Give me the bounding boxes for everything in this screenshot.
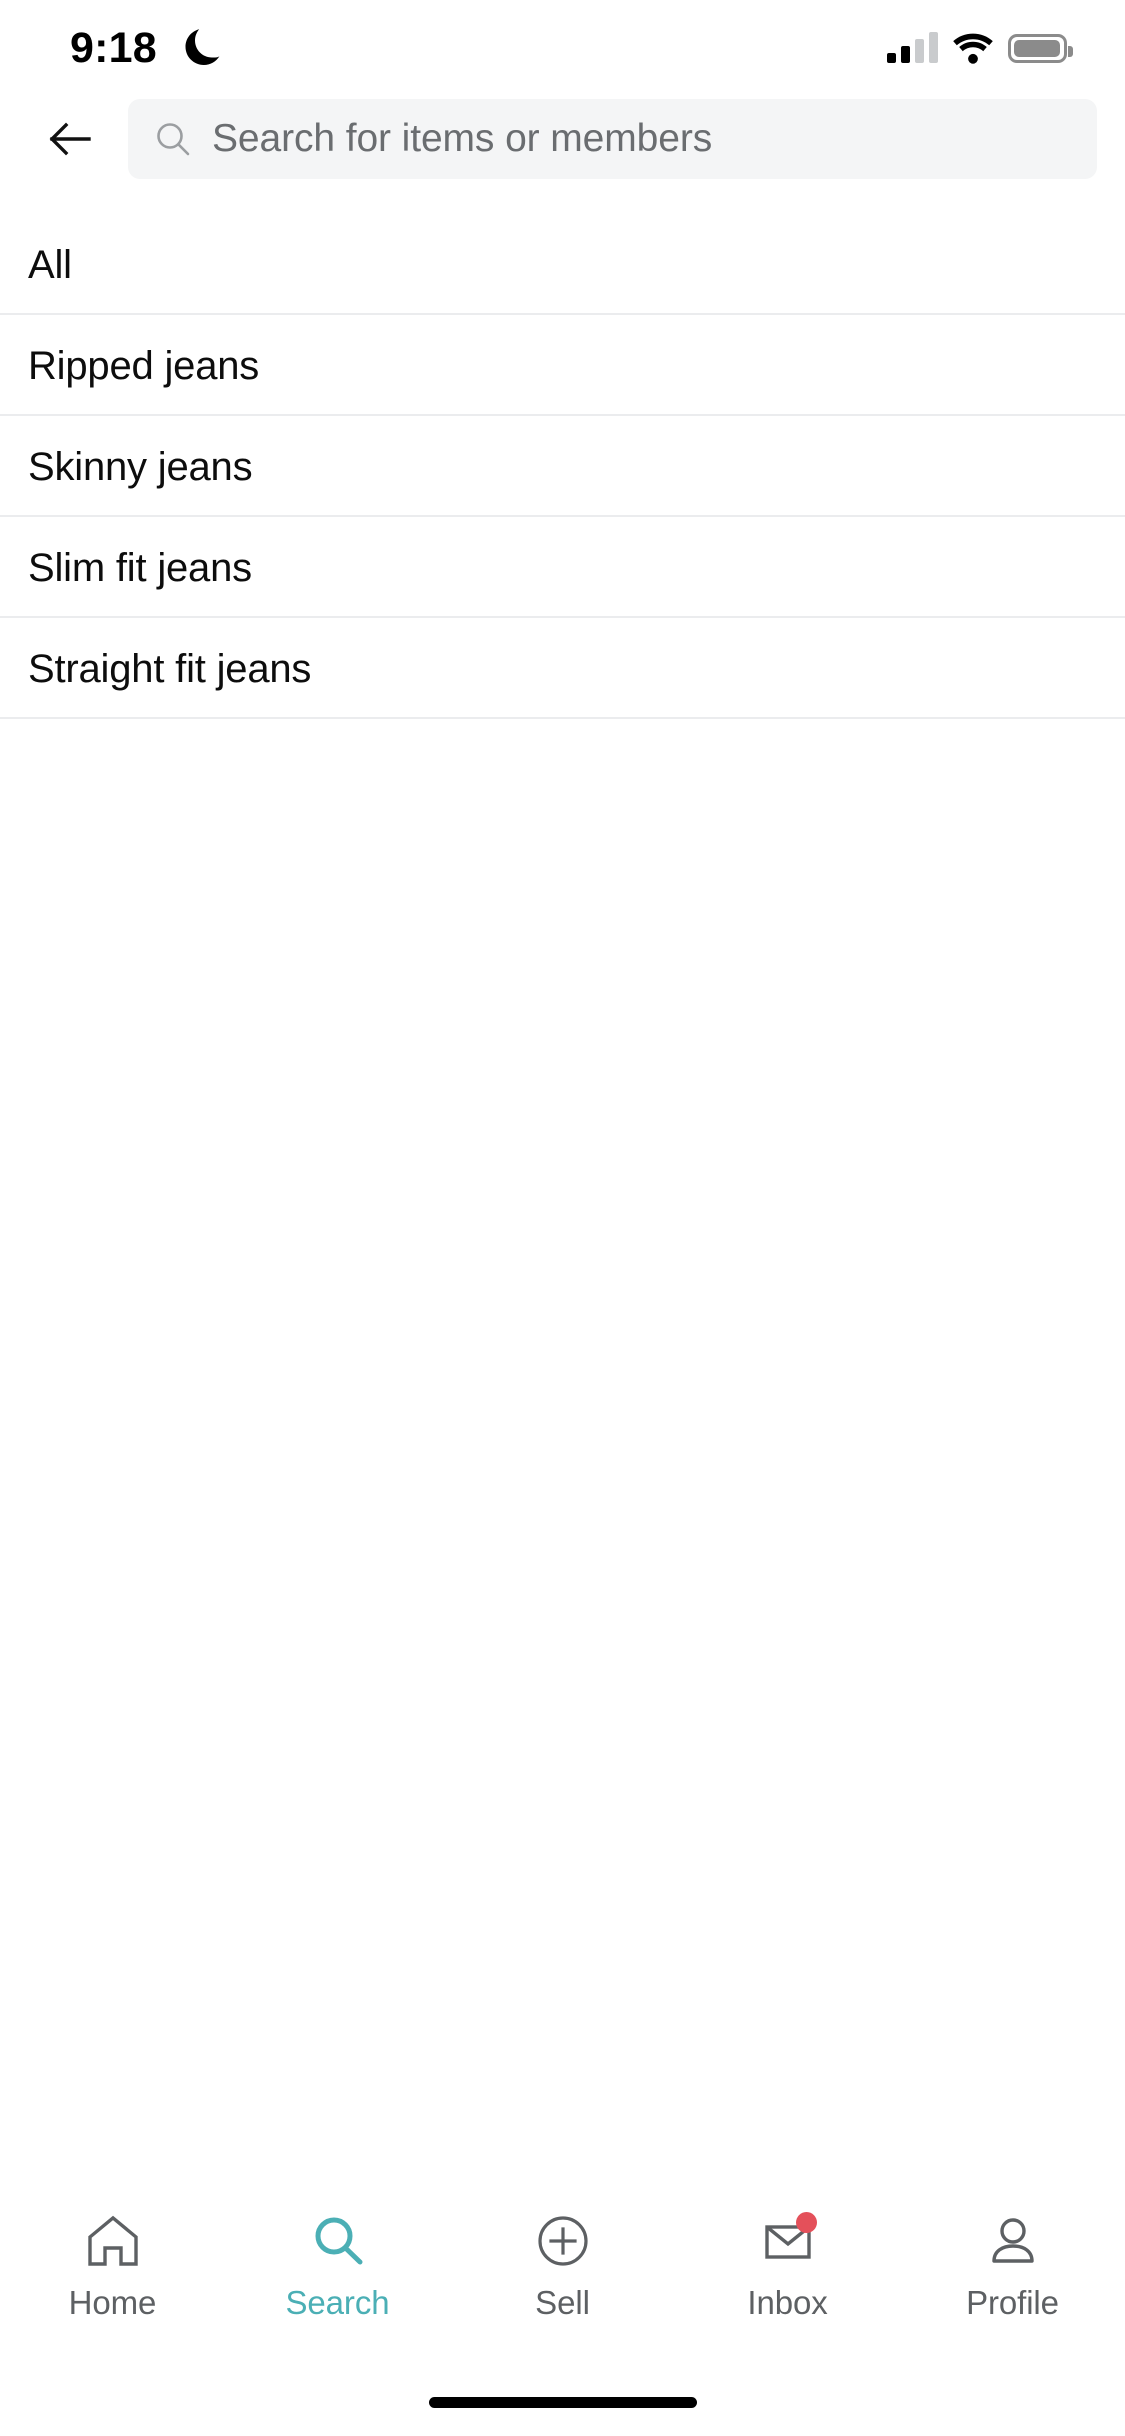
wifi-icon <box>952 33 994 64</box>
tab-home[interactable]: Home <box>0 2210 225 2322</box>
bottom-tab-bar: Home Search Sell Inbox Profile <box>0 2182 1125 2368</box>
search-icon <box>154 120 192 158</box>
arrow-left-icon <box>45 114 95 164</box>
search-suggestions-list: All Ripped jeans Skinny jeans Slim fit j… <box>0 184 1125 2182</box>
suggestion-label: Slim fit jeans <box>28 545 252 590</box>
inbox-notification-badge <box>795 2212 817 2233</box>
suggestion-label: Straight fit jeans <box>28 646 312 691</box>
battery-icon <box>1008 33 1073 63</box>
envelope-icon <box>757 2210 819 2272</box>
crescent-moon-icon <box>182 26 222 70</box>
suggestion-row-slim-fit-jeans[interactable]: Slim fit jeans <box>0 517 1125 618</box>
tab-label: Home <box>68 2284 157 2321</box>
tab-sell[interactable]: Sell <box>450 2210 675 2322</box>
home-indicator[interactable] <box>428 2396 697 2408</box>
tab-inbox[interactable]: Inbox <box>675 2210 900 2322</box>
status-icons <box>887 28 1073 68</box>
home-indicator-area <box>0 2368 1125 2436</box>
tab-label: Inbox <box>747 2284 828 2321</box>
tab-search[interactable]: Search <box>225 2210 450 2322</box>
search-header: Search for items or members <box>0 94 1125 184</box>
app-screen: 9:18 Search for items or members All Rip… <box>0 0 1125 2436</box>
home-icon <box>82 2210 144 2272</box>
status-bar: 9:18 <box>0 0 1125 94</box>
suggestion-row-straight-fit-jeans[interactable]: Straight fit jeans <box>0 618 1125 719</box>
search-input[interactable]: Search for items or members <box>128 99 1097 179</box>
suggestion-label: Skinny jeans <box>28 444 253 489</box>
person-icon <box>982 2210 1044 2272</box>
suggestion-row-skinny-jeans[interactable]: Skinny jeans <box>0 416 1125 517</box>
search-placeholder-text: Search for items or members <box>212 117 713 160</box>
tab-profile[interactable]: Profile <box>900 2210 1125 2322</box>
suggestion-label: All <box>28 242 72 287</box>
search-icon <box>307 2210 369 2272</box>
status-time: 9:18 <box>70 24 157 72</box>
suggestion-row-all[interactable]: All <box>0 214 1125 315</box>
tab-label: Profile <box>966 2284 1059 2321</box>
cellular-signal-icon <box>887 32 938 63</box>
tab-label: Search <box>285 2284 390 2321</box>
plus-circle-icon <box>532 2210 594 2272</box>
suggestion-row-ripped-jeans[interactable]: Ripped jeans <box>0 315 1125 416</box>
back-button[interactable] <box>34 103 106 175</box>
tab-label: Sell <box>535 2284 590 2321</box>
suggestion-label: Ripped jeans <box>28 343 260 388</box>
